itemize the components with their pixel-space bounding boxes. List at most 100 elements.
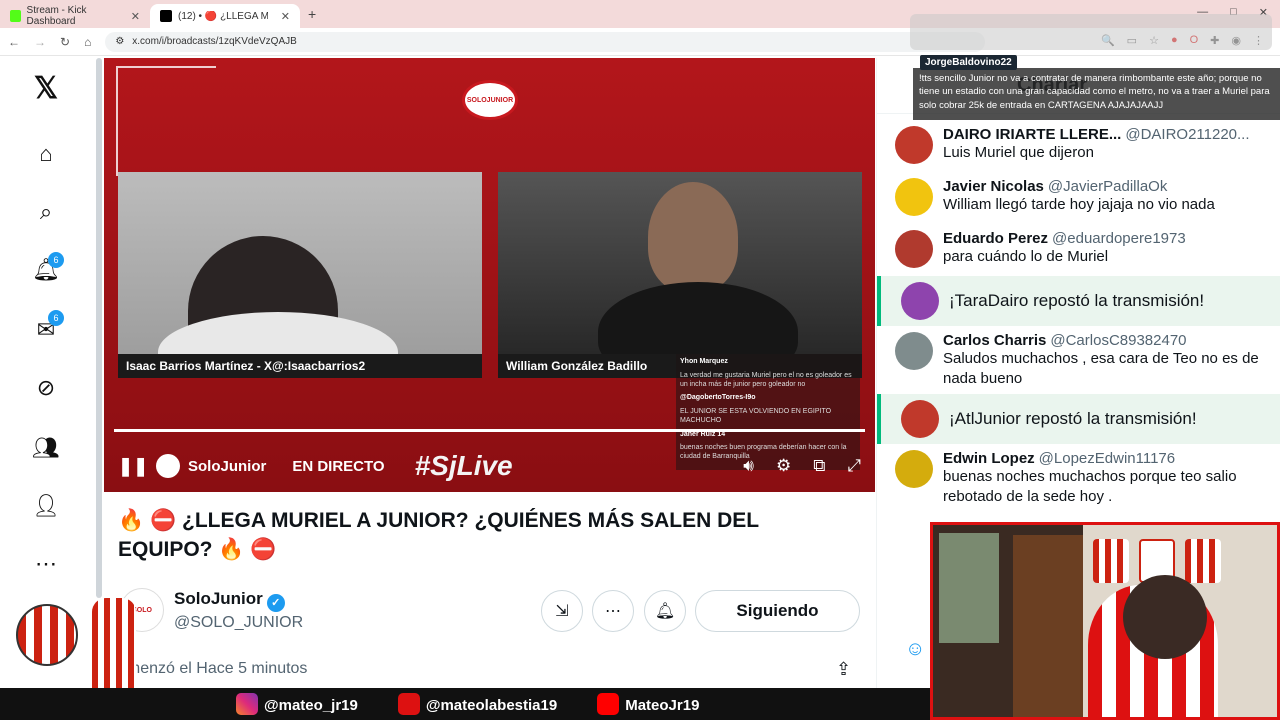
- repost-notice: ¡TaraDairo repostó la transmisión!: [877, 276, 1280, 326]
- fullscreen-icon[interactable]: ⤢: [847, 456, 861, 476]
- youtube-text: MateoJr19: [625, 697, 700, 714]
- reload-icon[interactable]: ↻: [60, 35, 70, 49]
- title-text: ¿LLEGA MURIEL A JUNIOR? ¿QUIÉNES MÁS SAL…: [118, 509, 759, 561]
- video-player[interactable]: SOLOJUNIOR Isaac Barrios Martínez - X@:I…: [104, 58, 875, 492]
- close-tab-icon[interactable]: ✕: [281, 10, 290, 23]
- guest-camera-1: Isaac Barrios Martínez - X@:Isaacbarrios…: [118, 172, 482, 378]
- overlay-chat-text: EL JUNIOR SE ESTA VOLVIENDO EN EGIPITO M…: [680, 408, 832, 424]
- youtube-icon: [597, 693, 620, 715]
- page-scrollbar[interactable]: [96, 58, 102, 598]
- chat-user-name[interactable]: Carlos Charris: [943, 332, 1046, 349]
- close-tab-icon[interactable]: ✕: [131, 10, 140, 23]
- instagram-handle: @mateo_jr19: [236, 693, 358, 715]
- chat-user-handle[interactable]: @LopezEdwin11176: [1039, 450, 1175, 467]
- stop-emoji: ⛔: [250, 538, 277, 561]
- dock-icon[interactable]: ⧉: [813, 456, 825, 476]
- decorative-frame: [116, 66, 216, 176]
- x-logo-icon[interactable]: 𝕏: [30, 72, 62, 105]
- chat-user-handle[interactable]: @CarlosC89382470: [1050, 332, 1186, 349]
- x-logo-icon: [397, 693, 420, 715]
- grok-icon[interactable]: ⊘: [30, 372, 62, 404]
- following-button[interactable]: Siguiendo: [695, 590, 860, 632]
- settings-gear-icon[interactable]: ⚙: [776, 456, 791, 476]
- video-control-bar: ❚❚ SoloJunior EN DIRECTO #SjLive 🔊︎ ⚙ ⧉ …: [104, 440, 875, 492]
- share-icon[interactable]: ⇪: [836, 659, 851, 680]
- tab-kick-dashboard[interactable]: Stream - Kick Dashboard ✕: [0, 4, 150, 28]
- more-icon[interactable]: ⋯: [30, 548, 62, 580]
- chat-message: Carlos Charris @CarlosC89382470 Saludos m…: [895, 332, 1275, 389]
- chat-avatar[interactable]: [895, 178, 933, 216]
- url-field[interactable]: ⚙ x.com/i/broadcasts/1zqKVdeVzQAJB: [105, 31, 986, 52]
- webcam-door: [1013, 535, 1083, 717]
- subscribe-notifications-button[interactable]: 🔔︎: [644, 590, 686, 632]
- search-icon[interactable]: ⌕: [30, 196, 62, 228]
- repost-avatar[interactable]: [901, 400, 939, 438]
- chat-avatar[interactable]: [895, 332, 933, 370]
- x-text: @mateolabestia19: [425, 697, 558, 714]
- webcam-shelf: [939, 533, 999, 643]
- chat-user-name[interactable]: DAIRO IRIARTE LLERE...: [943, 126, 1121, 143]
- chat-message: Eduardo Perez @eduardopere1973 para cuánd…: [895, 230, 1275, 268]
- communities-icon[interactable]: 👥︎: [30, 432, 62, 464]
- instagram-icon: [236, 693, 258, 715]
- chat-avatar[interactable]: [895, 450, 933, 488]
- chat-user-handle[interactable]: @JavierPadillaOk: [1048, 178, 1167, 195]
- url-text: x.com/i/broadcasts/1zqKVdeVzQAJB: [132, 36, 297, 47]
- new-tab-button[interactable]: +: [308, 6, 316, 22]
- pause-icon[interactable]: ❚❚: [118, 456, 148, 477]
- more-options-button[interactable]: ⋯: [592, 590, 634, 632]
- repost-notice: ¡AtlJunior repostó la transmisión!: [877, 394, 1280, 444]
- video-progress-bar[interactable]: [114, 429, 865, 432]
- fire-emoji: 🔥: [118, 509, 145, 532]
- chat-user-name[interactable]: Edwin Lopez: [943, 450, 1035, 467]
- author-name[interactable]: SoloJunior ✓: [174, 589, 285, 612]
- chat-user-name[interactable]: Javier Nicolas: [943, 178, 1044, 195]
- home-icon[interactable]: ⌂: [30, 138, 62, 170]
- faded-notification: [910, 14, 1272, 50]
- overlay-player-figure: [92, 598, 136, 702]
- chat-avatar[interactable]: [895, 230, 933, 268]
- chat-user-name[interactable]: Eduardo Perez: [943, 230, 1048, 247]
- overlay-avatar-circle: [16, 604, 78, 666]
- guest-1-nametag: Isaac Barrios Martínez - X@:Isaacbarrios…: [118, 354, 482, 378]
- emoji-picker-icon[interactable]: ☺: [905, 638, 925, 661]
- tab-title: (12) • 🔴 ¿LLEGA MURIEL: [178, 10, 268, 22]
- solojunior-logo: SOLOJUNIOR: [462, 80, 518, 120]
- broadcast-title: 🔥 ⛔ ¿LLEGA MURIEL A JUNIOR? ¿QUIÉNES MÁS…: [118, 506, 838, 564]
- profile-icon[interactable]: 👤︎: [30, 490, 62, 522]
- chat-avatar[interactable]: [895, 126, 933, 164]
- chat-message-text: para cuándo lo de Muriel: [943, 248, 1109, 265]
- repost-text: ¡TaraDairo repostó la transmisión!: [949, 291, 1205, 310]
- repost-avatar[interactable]: [901, 282, 939, 320]
- chat-message: DAIRO IRIARTE LLERE... @DAIRO211220... Lu…: [895, 126, 1275, 164]
- tab-title: Stream - Kick Dashboard: [26, 5, 87, 27]
- home-icon[interactable]: ⌂: [84, 35, 91, 49]
- tab-x-broadcast[interactable]: (12) • 🔴 ¿LLEGA MURIEL ✕: [150, 4, 300, 28]
- chat-message: Javier Nicolas @JavierPadillaOk William l…: [895, 178, 1275, 216]
- site-info-icon[interactable]: ⚙: [115, 36, 124, 47]
- verified-badge-icon: ✓: [266, 594, 285, 612]
- kick-favicon-icon: [10, 10, 21, 22]
- youtube-handle: MateoJr19: [597, 693, 699, 715]
- x-handle: @mateolabestia19: [397, 693, 558, 715]
- jersey-decoration: [1093, 539, 1129, 583]
- messages-badge: 6: [48, 310, 64, 326]
- chat-message-text: Luis Muriel que dijeron: [943, 144, 1094, 161]
- hashtag-overlay: #SjLive: [414, 450, 513, 481]
- chat-message-text: buenas noches muchachos porque teo salio…: [943, 468, 1237, 505]
- chat-user-handle[interactable]: @eduardopere1973: [1052, 230, 1186, 247]
- started-time: omenzó el Hace 5 minutos: [118, 660, 308, 677]
- overlay-chat-text: La verdad me gustaria Muriel pero el no …: [680, 371, 852, 388]
- chat-user-handle[interactable]: @DAIRO211220...: [1125, 126, 1249, 143]
- channel-name: SoloJunior: [188, 457, 267, 475]
- guest-2-figure: [648, 182, 738, 292]
- author-handle[interactable]: @SOLO_JUNIOR: [174, 614, 303, 632]
- pinned-message-user: JorgeBaldovino22: [920, 55, 1017, 70]
- overlay-chat-user: @DagobertoTorres-I9o: [680, 394, 756, 402]
- back-icon[interactable]: ←: [8, 35, 20, 49]
- overlay-chat-user: Yhon Marquez: [680, 358, 728, 365]
- volume-icon[interactable]: 🔊︎: [743, 456, 754, 476]
- forward-icon[interactable]: →: [34, 35, 46, 49]
- stop-emoji: ⛔: [150, 509, 177, 532]
- dock-player-button[interactable]: ⇲: [541, 590, 583, 632]
